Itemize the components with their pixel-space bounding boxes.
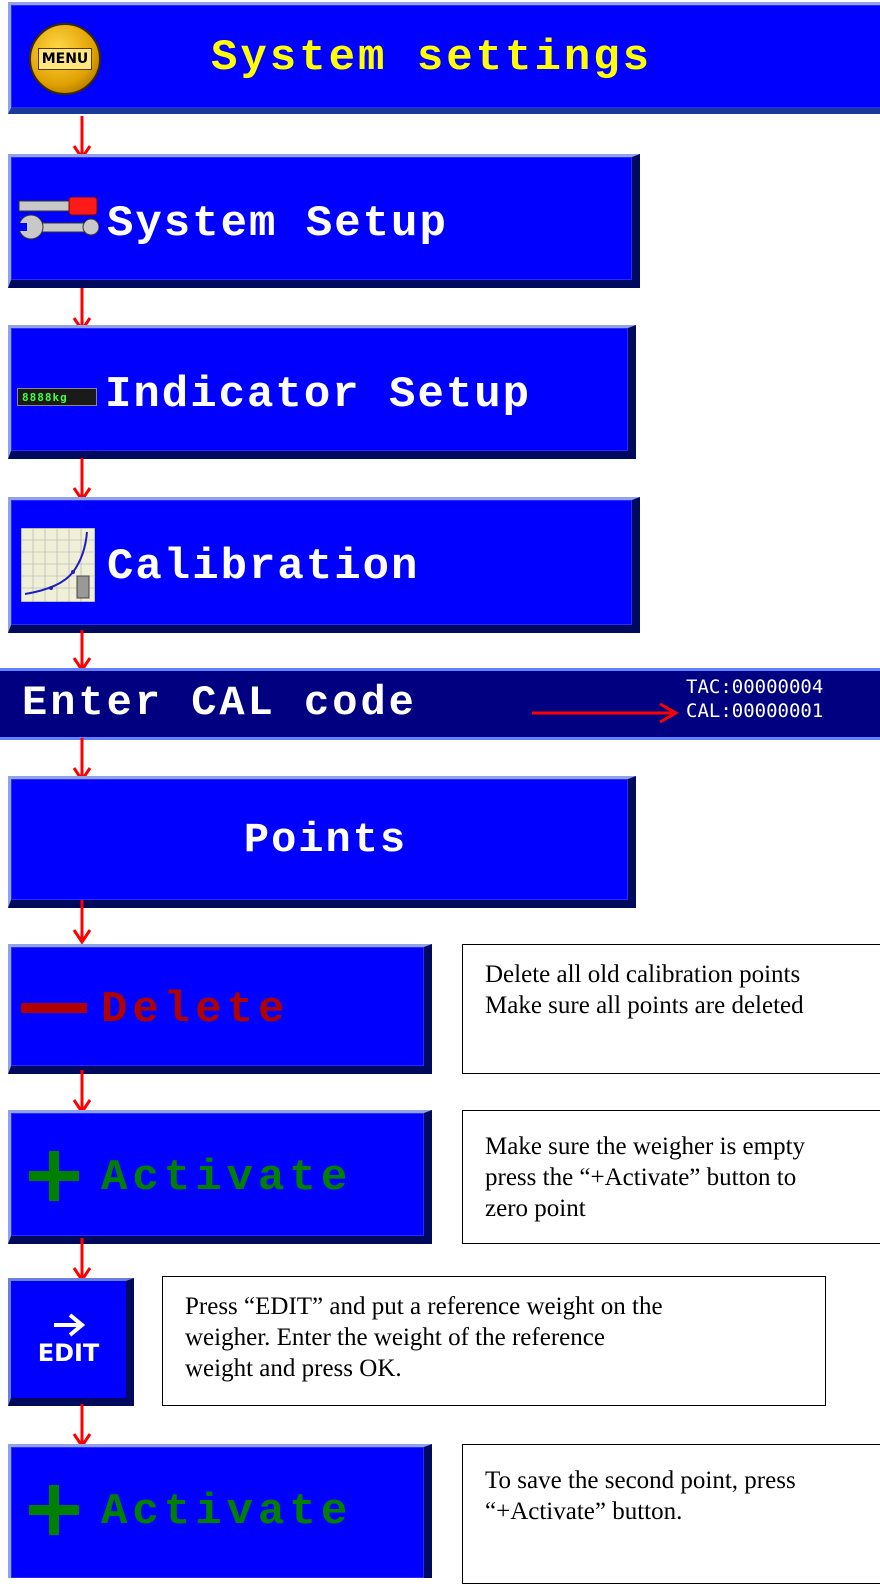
arrow-right-icon [53, 1312, 85, 1337]
header-title: System settings [211, 33, 653, 83]
system-setup-button[interactable]: System Setup [8, 154, 640, 288]
flow-arrow [72, 900, 92, 944]
delete-note: Delete all old calibration points Make s… [462, 944, 880, 1074]
calibration-label: Calibration [107, 542, 420, 592]
activate-button-second[interactable]: Activate [8, 1444, 432, 1578]
points-label: Points [243, 815, 408, 864]
delete-button[interactable]: Delete [8, 944, 432, 1074]
indicator-icon-text: 8888kg [22, 390, 68, 404]
cal-value: CAL:00000001 [686, 700, 824, 722]
edit-button[interactable]: EDIT [8, 1278, 134, 1406]
menu-icon[interactable]: MENU [29, 23, 101, 95]
indicator-setup-button[interactable]: 8888kg Indicator Setup [8, 325, 636, 459]
indicator-setup-label: Indicator Setup [105, 370, 532, 420]
activate-button[interactable]: Activate [8, 1110, 432, 1244]
flow-arrow [72, 1404, 92, 1448]
save-note: To save the second point, press “+Activa… [462, 1444, 880, 1584]
system-setup-label: System Setup [107, 199, 448, 249]
plus-icon [29, 1151, 79, 1201]
activate-label: Activate [101, 1487, 353, 1537]
cal-code-label: Enter CAL code [22, 679, 417, 727]
flow-arrow [72, 1070, 92, 1114]
tools-icon [17, 197, 99, 240]
tac-value: TAC:00000004 [686, 676, 824, 698]
minus-icon [21, 1003, 87, 1013]
cal-pointer-arrow [532, 702, 680, 724]
indicator-icon: 8888kg [17, 388, 97, 406]
plus-icon [29, 1485, 79, 1535]
cal-code-bar: Enter CAL code TAC:00000004 CAL:00000001 [0, 668, 880, 740]
calibration-chart-icon [21, 528, 95, 602]
flow-arrow [72, 458, 92, 502]
edit-note: Press “EDIT” and put a reference weight … [162, 1276, 826, 1406]
activate-label: Activate [101, 1153, 353, 1203]
menu-icon-label: MENU [37, 48, 93, 70]
calibration-button[interactable]: Calibration [8, 497, 640, 633]
edit-label: EDIT [37, 1338, 100, 1367]
flow-arrow [72, 630, 92, 672]
flow-arrow [72, 1238, 92, 1282]
activate-note: Make sure the weigher is empty press the… [462, 1110, 880, 1244]
delete-label: Delete [101, 985, 290, 1035]
system-settings-header: MENU System settings [8, 2, 880, 114]
points-button[interactable]: Points [8, 776, 636, 908]
